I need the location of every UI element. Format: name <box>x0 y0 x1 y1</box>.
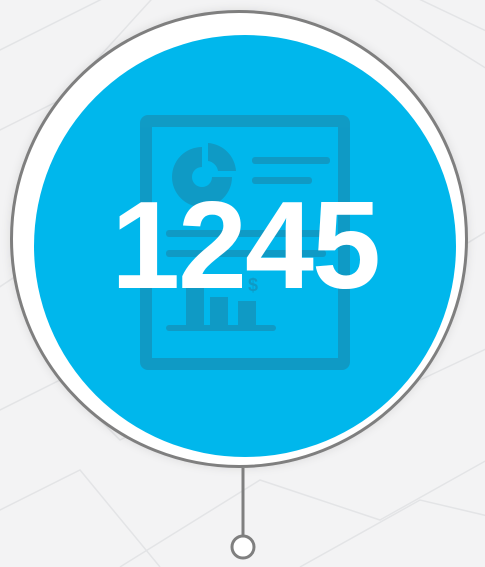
connector-node-icon <box>230 534 256 560</box>
connector-line <box>230 468 256 560</box>
infographic-stat: $ 1245 <box>0 0 485 567</box>
